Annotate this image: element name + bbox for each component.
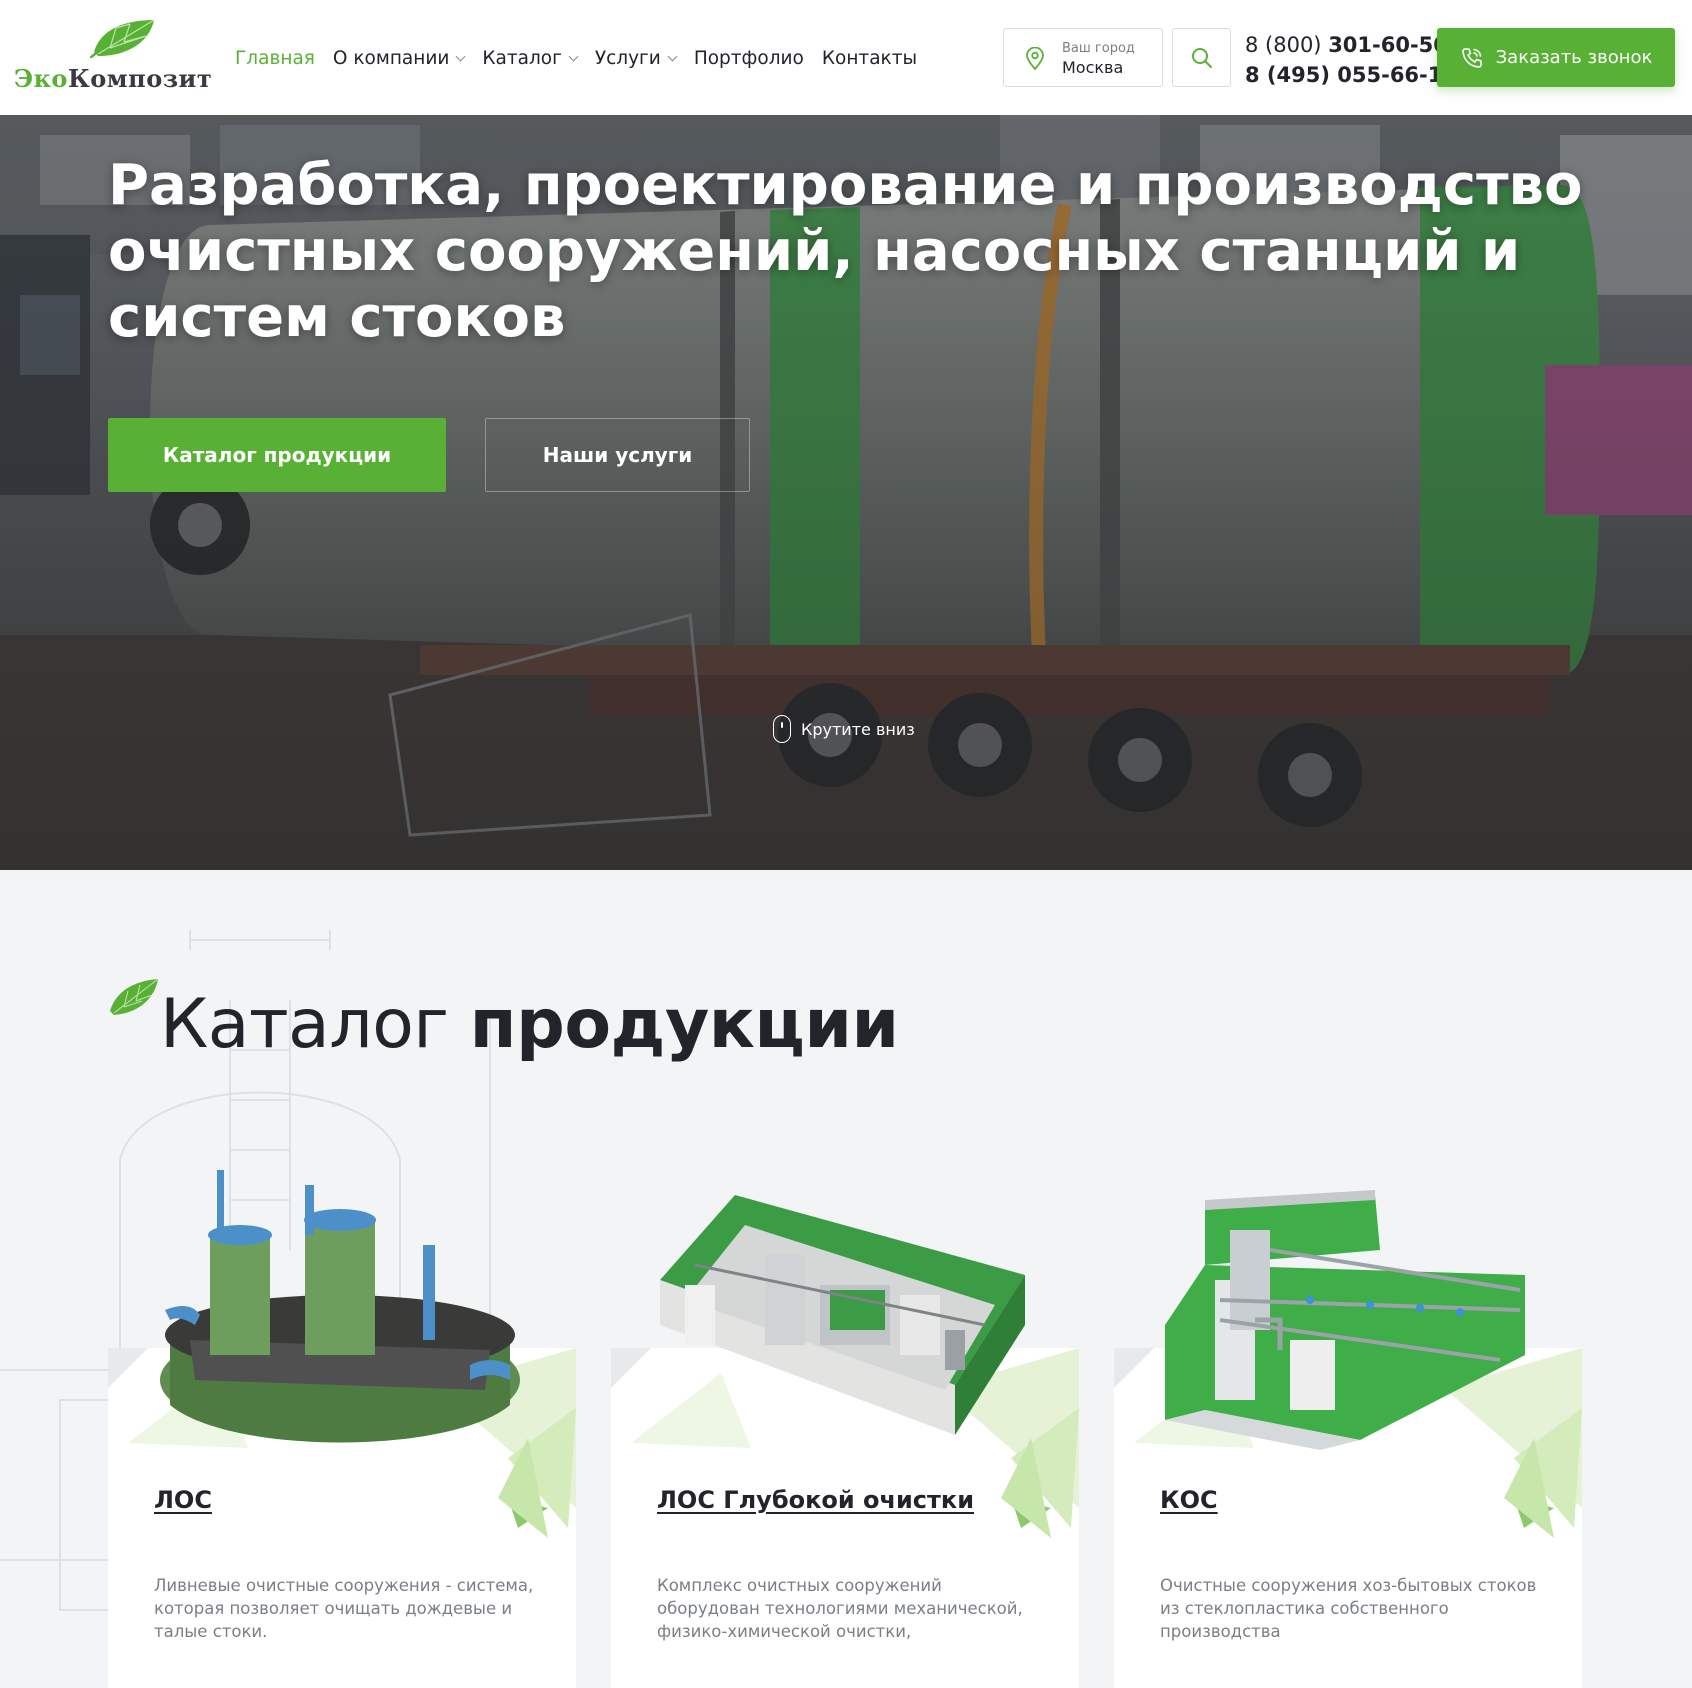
phone-numbers: 8 (800) 301-60-50 8 (495) 055-66-15 xyxy=(1245,30,1457,90)
logo[interactable]: ЭкоКомпозит xyxy=(14,18,214,96)
card-description: Очистные сооружения хоз-бытовых стоков и… xyxy=(1160,1576,1537,1641)
card-title[interactable]: ЛОС Глубокой очистки xyxy=(657,1486,974,1514)
phone-icon xyxy=(1461,47,1482,68)
phone-link-1[interactable]: 8 (800) 301-60-50 xyxy=(1245,30,1457,60)
map-pin-icon xyxy=(1026,47,1044,71)
card-title[interactable]: ЛОС xyxy=(154,1486,212,1514)
los-product-image xyxy=(160,1170,520,1443)
card-title[interactable]: КОС xyxy=(1160,1486,1218,1514)
chevron-down-icon xyxy=(455,51,466,62)
services-button[interactable]: Наши услуги xyxy=(485,418,750,492)
catalog-button[interactable]: Каталог продукции xyxy=(108,418,446,492)
card-description: Комплекс очистных сооружений оборудован … xyxy=(657,1576,1023,1641)
catalog-title: Каталог продукции xyxy=(160,985,899,1064)
leaf-icon xyxy=(110,978,159,1015)
phone-link-2[interactable]: 8 (495) 055-66-15 xyxy=(1245,60,1457,90)
nav-item-home[interactable]: Главная xyxy=(235,48,315,69)
city-label: Ваш город xyxy=(1062,41,1135,56)
hero-title: Разработка, проектирование и производств… xyxy=(108,153,1583,350)
kos-product-image xyxy=(1165,1190,1525,1450)
nav-item-contacts[interactable]: Контакты xyxy=(822,48,917,69)
city-selector[interactable]: Ваш город Москва xyxy=(1003,28,1163,87)
catalog-heading: Каталог продукции xyxy=(108,978,899,1064)
scroll-hint[interactable]: Крутите вниз xyxy=(773,715,915,743)
nav-item-portfolio[interactable]: Портфолио xyxy=(694,48,804,69)
nav-item-services[interactable]: Услуги xyxy=(595,48,678,69)
search-icon xyxy=(1191,47,1212,68)
chevron-down-icon xyxy=(667,51,678,62)
site-header: ЭкоКомпозит Главная О компании Каталог У… xyxy=(0,0,1692,115)
brand-name: ЭкоКомпозит xyxy=(14,64,213,93)
mouse-icon xyxy=(773,715,791,743)
hero-section: Разработка, проектирование и производств… xyxy=(0,115,1692,870)
nav-item-catalog[interactable]: Каталог xyxy=(482,48,579,69)
main-nav: Главная О компании Каталог Услуги Портфо… xyxy=(235,48,935,69)
nav-item-about[interactable]: О компании xyxy=(333,48,466,69)
chevron-down-icon xyxy=(568,51,579,62)
scroll-hint-label: Крутите вниз xyxy=(801,719,915,739)
callback-button[interactable]: Заказать звонок xyxy=(1437,28,1675,87)
leaf-logo-icon xyxy=(90,19,155,58)
city-value: Москва xyxy=(1062,58,1124,77)
card-description: Ливневые очистные сооружения - система, … xyxy=(154,1576,534,1641)
search-button[interactable] xyxy=(1172,28,1231,87)
los-deep-product-image xyxy=(660,1195,1025,1435)
